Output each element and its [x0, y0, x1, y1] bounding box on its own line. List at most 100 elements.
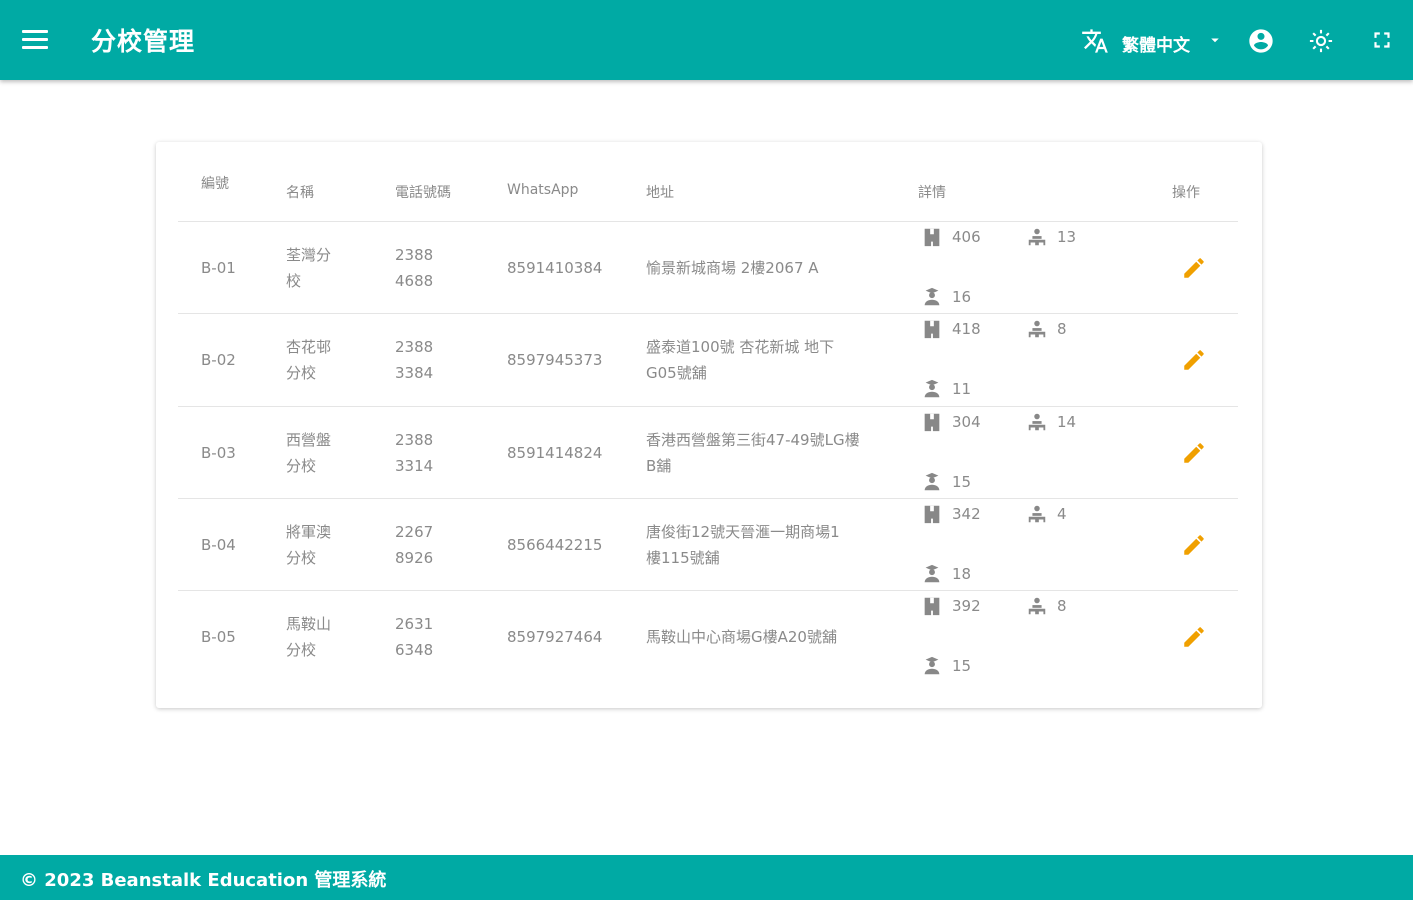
branch-address-line: B舖 — [646, 456, 672, 475]
branch-address: 唐俊街12號天晉滙一期商場1 樓115號舖 — [646, 519, 886, 571]
column-header-id: 編號 — [201, 176, 229, 192]
column-header-name: 名稱 — [286, 185, 314, 201]
column-header-phone: 電話號碼 — [395, 185, 451, 201]
branch-whatsapp: 8591410384 — [507, 259, 603, 278]
branch-name-line: 西營盤 — [286, 430, 332, 449]
student-count: 15 — [952, 657, 972, 676]
branch-address-line: 馬鞍山中心商場G樓A20號舖 — [646, 628, 837, 647]
translate-icon[interactable] — [1081, 27, 1109, 55]
branch-name-line: 荃灣分 — [286, 246, 332, 265]
student-count: 18 — [952, 564, 972, 583]
branch-address-line: 香港西營盤第三街47-49號LG樓 — [646, 430, 860, 449]
branch-name: 西營盤 分校 — [286, 427, 331, 479]
teacher-icon — [1026, 411, 1048, 433]
edit-icon[interactable] — [1181, 255, 1207, 281]
account-circle-icon[interactable] — [1247, 27, 1275, 55]
branch-name-line: 分校 — [286, 364, 317, 383]
menu-icon[interactable] — [22, 30, 50, 50]
branch-phone: 2388 3314 — [395, 427, 433, 479]
branch-address-line: 樓115號舖 — [646, 549, 720, 568]
branch-id: B-02 — [201, 351, 236, 370]
branch-name: 荃灣分校 — [286, 242, 331, 294]
teacher-count: 14 — [1057, 412, 1077, 431]
table-row: B-02 杏花邨分校 2388 3384 8597945373 盛泰道100號 杏花新城 … — [156, 314, 1262, 407]
branch-id: B-04 — [201, 536, 236, 555]
branch-address-line: 唐俊街12號天晉滙一期商場1 — [646, 523, 840, 542]
table-row: B-04 將軍澳分校 2267 8926 8566442215 唐俊街12號天晉滙一期商場… — [156, 499, 1262, 592]
classroom-count: 406 — [952, 228, 981, 246]
page-title: 分校管理 — [91, 27, 196, 56]
student-count: 15 — [952, 472, 972, 491]
language-selector[interactable]: 繁體中文 — [1122, 31, 1190, 56]
edit-icon[interactable] — [1181, 347, 1207, 373]
teacher-count: 8 — [1057, 320, 1067, 339]
classroom-count: 304 — [952, 412, 981, 431]
dropdown-arrow-icon[interactable] — [1206, 31, 1224, 49]
branch-name-line: 杏花邨 — [286, 338, 332, 357]
branch-phone-line: 3384 — [395, 364, 434, 383]
footer-copyright: © 2023 Beanstalk Education 管理系統 — [20, 870, 387, 891]
footer: © 2023 Beanstalk Education 管理系統 — [0, 855, 1413, 900]
branch-name: 杏花邨 分校 — [286, 334, 331, 386]
branch-name-line: 校 — [286, 272, 302, 291]
student-icon — [921, 378, 943, 400]
branch-whatsapp: 8597945373 — [507, 351, 603, 370]
column-header-whatsapp: WhatsApp — [507, 182, 579, 198]
branch-name: 將軍澳 分校 — [286, 519, 331, 571]
column-header-address: 地址 — [646, 185, 674, 201]
branch-phone-line: 2631 — [395, 615, 434, 634]
branch-whatsapp: 8566442215 — [507, 536, 603, 555]
teacher-count: 8 — [1057, 597, 1067, 616]
edit-icon[interactable] — [1181, 440, 1207, 466]
branch-name-line: 分校 — [286, 549, 317, 568]
branch-name-line: 分校 — [286, 641, 317, 660]
branch-phone: 2388 4688 — [395, 242, 433, 294]
branch-address: 馬鞍山中心商場G樓A20號舖 — [646, 624, 886, 650]
branch-phone: 2267 8926 — [395, 519, 433, 571]
student-icon — [921, 563, 943, 585]
branch-whatsapp: 8591414824 — [507, 443, 603, 462]
branch-whatsapp: 8597927464 — [507, 628, 603, 647]
branch-address-line: 愉景新城商場 2樓2067 A — [646, 259, 819, 278]
student-icon — [921, 286, 943, 308]
teacher-icon — [1026, 503, 1048, 525]
branch-address: 愉景新城商場 2樓2067 A — [646, 255, 886, 281]
edit-icon[interactable] — [1181, 624, 1207, 650]
classroom-count: 392 — [952, 597, 981, 616]
classroom-icon — [921, 226, 943, 248]
settings-icon[interactable] — [1307, 27, 1335, 55]
classroom-icon — [921, 318, 943, 340]
classroom-icon — [921, 503, 943, 525]
student-count: 11 — [952, 380, 972, 399]
branch-phone-line: 8926 — [395, 549, 434, 568]
column-header-details: 詳情 — [918, 185, 946, 201]
column-header-actions: 操作 — [1172, 185, 1200, 201]
branch-address-line: 盛泰道100號 杏花新城 地下 — [646, 338, 835, 357]
branch-phone-line: 4688 — [395, 272, 434, 291]
teacher-icon — [1026, 226, 1048, 248]
classroom-icon — [921, 411, 943, 433]
teacher-icon — [1026, 595, 1048, 617]
app-bar: 分校管理 繁體中文 — [0, 0, 1413, 80]
branch-phone-line: 2267 — [395, 523, 434, 542]
branch-address-line: G05號舖 — [646, 364, 707, 383]
table-row: B-01 荃灣分校 2388 4688 8591410384 愉景新城商場 2樓2067 … — [156, 222, 1262, 315]
branch-phone-line: 3314 — [395, 456, 434, 475]
branch-name-line: 將軍澳 — [286, 523, 332, 542]
branch-name-line: 馬鞍山 — [286, 615, 332, 634]
branch-phone: 2631 6348 — [395, 611, 433, 663]
branch-id: B-05 — [201, 628, 236, 647]
branch-id: B-01 — [201, 259, 236, 278]
fullscreen-icon[interactable] — [1369, 27, 1397, 55]
branch-address: 盛泰道100號 杏花新城 地下 G05號舖 — [646, 334, 886, 386]
student-count: 16 — [952, 288, 972, 306]
table-row: B-03 西營盤 分校 2388 3314 8591414824 香港西營盤第三街47-49… — [156, 407, 1262, 499]
classroom-icon — [921, 595, 943, 617]
classroom-count: 418 — [952, 320, 981, 339]
branch-phone-line: 2388 — [395, 246, 434, 265]
branch-phone-line: 2388 — [395, 338, 434, 357]
branch-phone-line: 6348 — [395, 641, 434, 660]
edit-icon[interactable] — [1181, 532, 1207, 558]
student-icon — [921, 655, 943, 677]
branch-phone-line: 2388 — [395, 430, 434, 449]
